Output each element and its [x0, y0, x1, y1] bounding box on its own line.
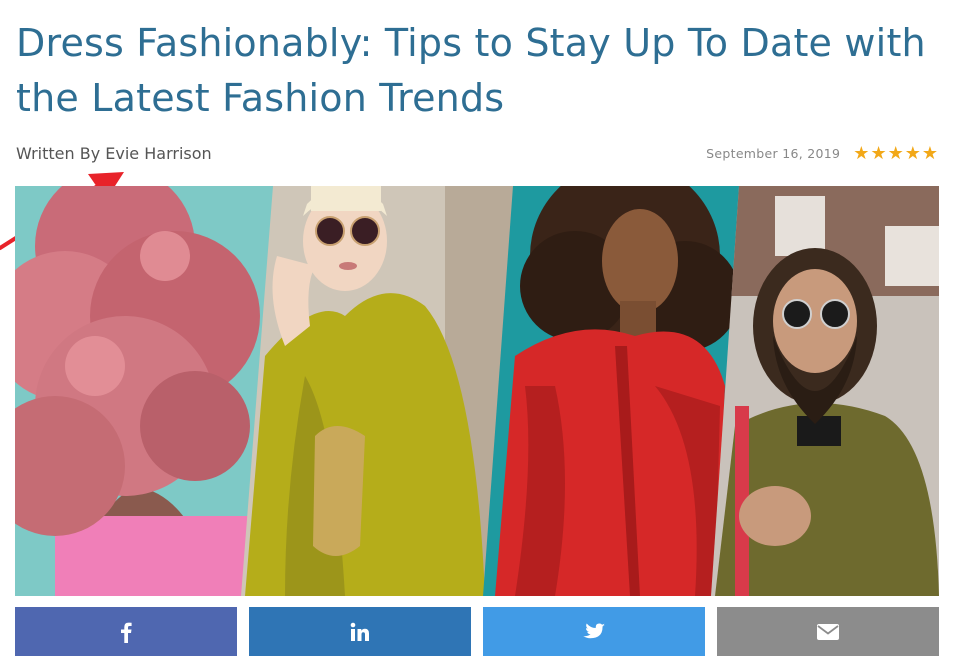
star-icon: ★	[870, 143, 887, 163]
email-share-button[interactable]	[717, 607, 939, 656]
red-jacket-model-icon	[483, 186, 741, 596]
star-icon: ★	[853, 143, 870, 163]
twitter-share-button[interactable]	[483, 607, 705, 656]
pink-hair-model-icon	[15, 186, 275, 596]
star-icon: ★	[921, 143, 938, 163]
article-meta: September 16, 2019 ★ ★ ★ ★ ★	[706, 144, 938, 162]
envelope-icon	[817, 623, 839, 640]
linkedin-icon	[350, 622, 369, 641]
star-icon: ★	[887, 143, 904, 163]
twitter-icon	[583, 622, 605, 638]
facebook-icon	[121, 622, 132, 643]
facebook-share-button[interactable]	[15, 607, 237, 656]
star-rating: ★ ★ ★ ★ ★	[852, 144, 938, 162]
star-icon: ★	[904, 143, 921, 163]
linkedin-share-button[interactable]	[249, 607, 471, 656]
sunglasses-velvet-model-icon	[241, 186, 515, 596]
publish-date: September 16, 2019	[706, 145, 841, 161]
hero-image	[15, 186, 939, 596]
article-title: Dress Fashionably: Tips to Stay Up To Da…	[16, 21, 926, 120]
bearded-man-icon	[711, 186, 939, 596]
author-byline: Written By Evie Harrison	[16, 144, 212, 163]
share-bar	[15, 607, 939, 656]
